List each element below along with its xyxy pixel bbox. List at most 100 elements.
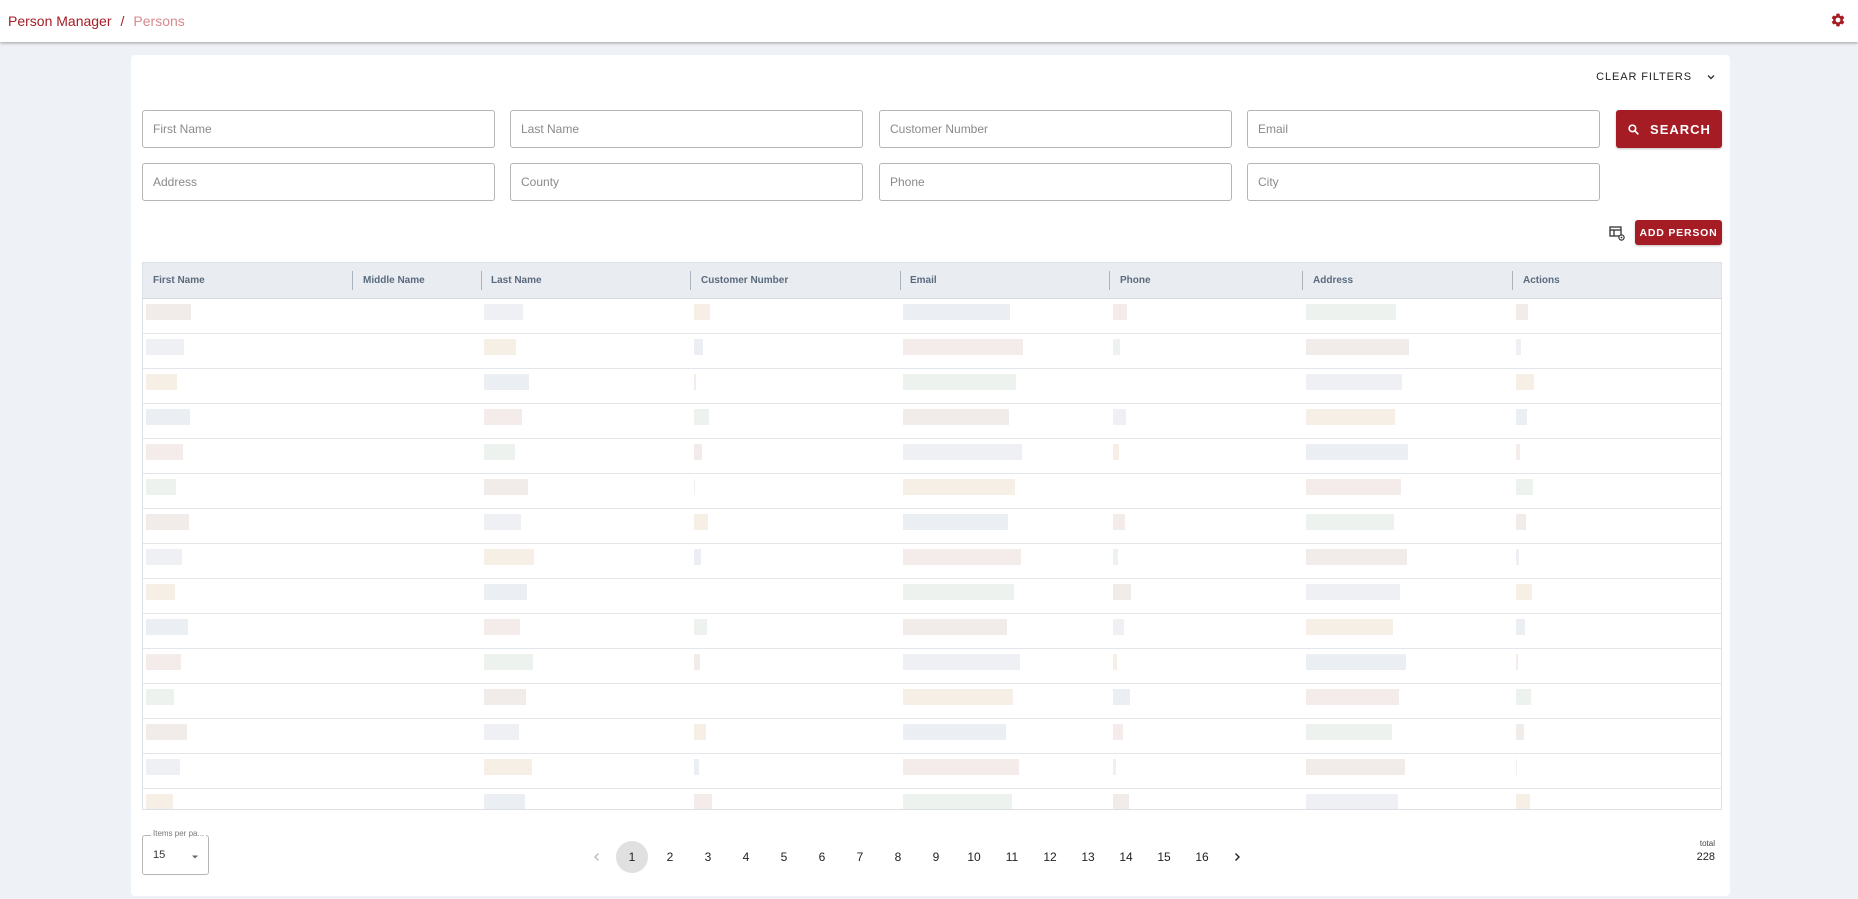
page-button-15[interactable]: 15 [1148,841,1180,873]
cell-last-name [484,374,529,390]
next-page-button[interactable] [1221,841,1253,873]
cell-phone [1113,304,1127,320]
cell-email [903,759,1019,775]
cell-email [903,654,1020,670]
table-row[interactable] [143,299,1721,334]
table-row[interactable] [143,509,1721,544]
last-name-input[interactable] [511,111,862,147]
cell-phone [1113,794,1129,809]
items-per-page-select[interactable]: Items per pa... 15 [142,829,209,875]
table-row[interactable] [143,649,1721,684]
customer-number-input[interactable] [880,111,1231,147]
table-row[interactable] [143,474,1721,509]
page-button-12[interactable]: 12 [1034,841,1066,873]
page-button-11[interactable]: 11 [996,841,1028,873]
cell-address [1306,479,1401,495]
address-input[interactable] [143,164,494,200]
city-input[interactable] [1248,164,1599,200]
cell-address [1306,619,1393,635]
table-row[interactable] [143,544,1721,579]
phone-input[interactable] [880,164,1231,200]
table-row[interactable] [143,754,1721,789]
address-field[interactable] [142,163,495,201]
cell-email [903,584,1014,600]
table-row[interactable] [143,404,1721,439]
cell-address [1306,339,1409,355]
gear-icon[interactable] [1830,12,1846,28]
cell-last-name [484,549,534,565]
page-button-16[interactable]: 16 [1186,841,1218,873]
phone-field[interactable] [879,163,1232,201]
table-row[interactable] [143,579,1721,614]
cell-first-name [146,759,180,775]
cell-customer-number [694,549,701,565]
persons-table: First Name Middle Name Last Name Custome… [142,262,1722,810]
cell-actions [1516,339,1521,355]
table-row[interactable] [143,439,1721,474]
column-header-email[interactable]: Email [900,263,937,299]
cell-phone [1113,759,1116,775]
column-header-middle-name[interactable]: Middle Name [353,263,425,299]
customer-number-field[interactable] [879,110,1232,148]
cell-customer-number [694,724,706,740]
column-header-address[interactable]: Address [1303,263,1353,299]
last-name-field[interactable] [510,110,863,148]
cell-phone [1113,549,1118,565]
cell-customer-number [694,759,699,775]
table-row[interactable] [143,719,1721,754]
column-header-last-name[interactable]: Last Name [481,263,542,299]
page-button-13[interactable]: 13 [1072,841,1104,873]
page-button-3[interactable]: 3 [692,841,724,873]
chevron-down-icon [1707,75,1715,80]
cell-first-name [146,724,187,740]
search-button[interactable]: SEARCH [1616,110,1722,148]
page-button-4[interactable]: 4 [730,841,762,873]
clear-filters-button[interactable]: CLEAR FILTERS [1596,71,1716,83]
table-row[interactable] [143,789,1721,809]
table-header: First Name Middle Name Last Name Custome… [143,263,1721,299]
cell-actions [1516,479,1533,495]
email-field[interactable] [1247,110,1600,148]
cell-actions [1516,724,1524,740]
first-name-input[interactable] [143,111,494,147]
cell-first-name [146,409,190,425]
page-button-9[interactable]: 9 [920,841,952,873]
page-button-1[interactable]: 1 [616,841,648,873]
page-button-2[interactable]: 2 [654,841,686,873]
page-button-8[interactable]: 8 [882,841,914,873]
cell-phone [1113,584,1131,600]
cell-email [903,794,1012,809]
table-row[interactable] [143,684,1721,719]
cell-actions [1516,689,1531,705]
cell-first-name [146,584,175,600]
table-row[interactable] [143,614,1721,649]
county-field[interactable] [510,163,863,201]
chevron-left-icon [594,853,599,861]
cell-address [1306,584,1400,600]
add-person-button[interactable]: ADD PERSON [1635,220,1722,245]
page-button-5[interactable]: 5 [768,841,800,873]
page-button-10[interactable]: 10 [958,841,990,873]
cell-address [1306,374,1402,390]
cell-customer-number [694,654,700,670]
column-header-phone[interactable]: Phone [1110,263,1151,299]
first-name-field[interactable] [142,110,495,148]
column-header-first-name[interactable]: First Name [143,263,205,299]
page-button-6[interactable]: 6 [806,841,838,873]
column-header-customer-number[interactable]: Customer Number [691,263,788,299]
table-row[interactable] [143,334,1721,369]
cell-actions [1516,759,1517,775]
table-row[interactable] [143,369,1721,404]
previous-page-button[interactable] [581,841,613,873]
cell-last-name [484,339,516,355]
county-input[interactable] [511,164,862,200]
table-columns-icon[interactable] [1609,225,1625,241]
cell-actions [1516,654,1518,670]
cell-email [903,444,1022,460]
page-button-7[interactable]: 7 [844,841,876,873]
page-button-14[interactable]: 14 [1110,841,1142,873]
city-field[interactable] [1247,163,1600,201]
cell-last-name [484,514,521,530]
breadcrumb-app[interactable]: Person Manager [8,13,112,29]
email-input[interactable] [1248,111,1599,147]
